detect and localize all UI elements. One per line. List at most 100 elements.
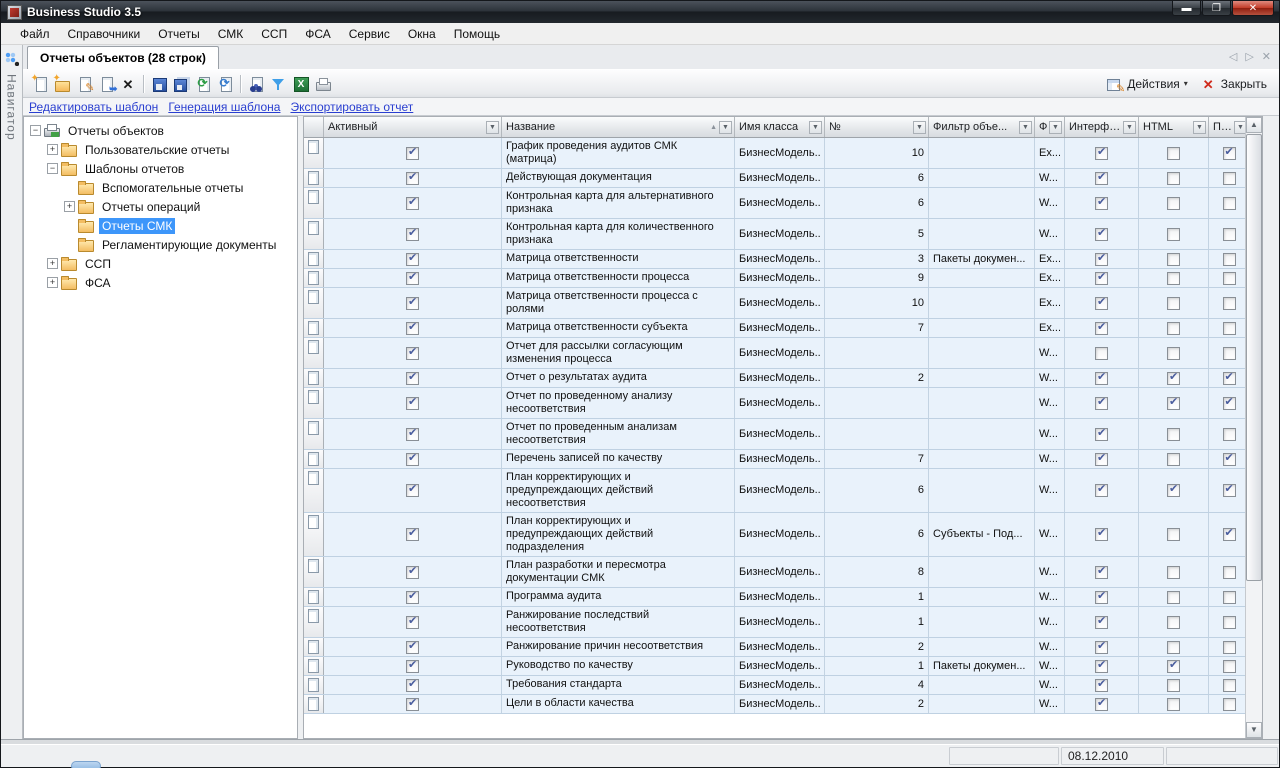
checkbox-unchecked[interactable]	[1095, 347, 1108, 360]
checkbox-checked[interactable]	[406, 616, 419, 629]
checkbox-unchecked[interactable]	[1167, 453, 1180, 466]
menu-item-помощь[interactable]: Помощь	[445, 24, 509, 44]
checkbox-unchecked[interactable]	[1167, 272, 1180, 285]
table-row[interactable]: Отчет о результатах аудитаБизнесМодель..…	[304, 369, 1245, 388]
checkbox-checked[interactable]	[1095, 616, 1108, 629]
menu-item-ссп[interactable]: ССП	[252, 24, 296, 44]
checkbox-unchecked[interactable]	[1167, 591, 1180, 604]
tree-item[interactable]: −Отчеты объектов	[24, 121, 297, 140]
checkbox-checked[interactable]	[1095, 641, 1108, 654]
refresh-button[interactable]	[192, 73, 214, 95]
checkbox-checked[interactable]	[406, 566, 419, 579]
table-row[interactable]: Матрица ответственностиБизнесМодель...3П…	[304, 250, 1245, 269]
expand-icon[interactable]: +	[47, 144, 58, 155]
column-header-format[interactable]: Ф▼	[1035, 117, 1065, 137]
restore-button[interactable]: ❐	[1202, 1, 1231, 16]
column-header-num[interactable]: №▼	[825, 117, 929, 137]
new-button[interactable]	[29, 73, 51, 95]
actions-button[interactable]: Действия ▾	[1100, 74, 1194, 94]
open-button[interactable]	[51, 73, 73, 95]
checkbox-checked[interactable]	[1223, 484, 1236, 497]
link-0[interactable]: Редактировать шаблон	[29, 100, 158, 114]
saveall-button[interactable]	[170, 73, 192, 95]
filter-dropdown-icon[interactable]: ▼	[809, 121, 822, 134]
refreshall-button[interactable]	[214, 73, 236, 95]
table-row[interactable]: Ранжирование причин несоответствияБизнес…	[304, 638, 1245, 657]
menu-item-смк[interactable]: СМК	[209, 24, 253, 44]
checkbox-unchecked[interactable]	[1167, 228, 1180, 241]
tree-item[interactable]: +ССП	[24, 254, 297, 273]
menu-item-справочники[interactable]: Справочники	[59, 24, 150, 44]
checkbox-checked[interactable]	[406, 397, 419, 410]
checkbox-checked[interactable]	[406, 641, 419, 654]
table-row[interactable]: Ранжирование последствий несоответствияБ…	[304, 607, 1245, 638]
checkbox-unchecked[interactable]	[1223, 660, 1236, 673]
checkbox-checked[interactable]	[1095, 297, 1108, 310]
filter-dropdown-icon[interactable]: ▼	[719, 121, 732, 134]
table-row[interactable]: Требования стандартаБизнесМодель...4W...	[304, 676, 1245, 695]
tab-scroll-left-icon[interactable]: ◁	[1229, 50, 1237, 63]
checkbox-checked[interactable]	[1167, 484, 1180, 497]
checkbox-checked[interactable]	[1223, 147, 1236, 160]
filter-dropdown-icon[interactable]: ▼	[1019, 121, 1032, 134]
checkbox-unchecked[interactable]	[1223, 698, 1236, 711]
scroll-down-icon[interactable]: ▼	[1246, 722, 1262, 738]
checkbox-checked[interactable]	[406, 484, 419, 497]
checkbox-checked[interactable]	[406, 172, 419, 185]
menu-item-файл[interactable]: Файл	[11, 24, 59, 44]
checkbox-checked[interactable]	[1095, 272, 1108, 285]
checkbox-unchecked[interactable]	[1167, 428, 1180, 441]
table-row[interactable]: Руководство по качествуБизнесМодель...1П…	[304, 657, 1245, 676]
menu-item-отчеты[interactable]: Отчеты	[149, 24, 208, 44]
collapse-icon[interactable]: −	[30, 125, 41, 136]
filter-dropdown-icon[interactable]: ▼	[913, 121, 926, 134]
scrollbar-thumb[interactable]	[1246, 134, 1262, 581]
checkbox-checked[interactable]	[1223, 453, 1236, 466]
tab-close-icon[interactable]: ✕	[1262, 50, 1271, 63]
copy-button[interactable]	[95, 73, 117, 95]
checkbox-checked[interactable]	[406, 253, 419, 266]
checkbox-checked[interactable]	[1223, 372, 1236, 385]
checkbox-checked[interactable]	[406, 698, 419, 711]
checkbox-checked[interactable]	[1095, 147, 1108, 160]
table-row[interactable]: Контрольная карта для альтернативного пр…	[304, 188, 1245, 219]
checkbox-checked[interactable]	[1095, 253, 1108, 266]
table-row[interactable]: Перечень записей по качествуБизнесМодель…	[304, 450, 1245, 469]
checkbox-checked[interactable]	[406, 228, 419, 241]
checkbox-unchecked[interactable]	[1167, 297, 1180, 310]
table-row[interactable]: План корректирующих и предупреждающих де…	[304, 469, 1245, 513]
checkbox-unchecked[interactable]	[1223, 616, 1236, 629]
checkbox-checked[interactable]	[1095, 528, 1108, 541]
checkbox-unchecked[interactable]	[1223, 641, 1236, 654]
checkbox-unchecked[interactable]	[1223, 197, 1236, 210]
checkbox-unchecked[interactable]	[1167, 322, 1180, 335]
table-row[interactable]: Отчет для рассылки согласующим изменения…	[304, 338, 1245, 369]
checkbox-checked[interactable]	[1095, 679, 1108, 692]
filter-dropdown-icon[interactable]: ▼	[486, 121, 499, 134]
column-header-name[interactable]: Название▲▼	[502, 117, 735, 137]
table-row[interactable]: Матрица ответственности субъектаБизнесМо…	[304, 319, 1245, 338]
checkbox-checked[interactable]	[406, 297, 419, 310]
link-2[interactable]: Экспортировать отчет	[290, 100, 413, 114]
print-button[interactable]	[311, 73, 333, 95]
close-button[interactable]: ✕	[1232, 1, 1274, 16]
tree-item[interactable]: +Пользовательские отчеты	[24, 140, 297, 159]
expand-icon[interactable]: +	[47, 277, 58, 288]
checkbox-checked[interactable]	[1095, 566, 1108, 579]
find-button[interactable]	[245, 73, 267, 95]
checkbox-checked[interactable]	[406, 372, 419, 385]
checkbox-unchecked[interactable]	[1223, 347, 1236, 360]
checkbox-unchecked[interactable]	[1167, 679, 1180, 692]
tree-item[interactable]: +ФСА	[24, 273, 297, 292]
checkbox-unchecked[interactable]	[1167, 253, 1180, 266]
minimize-button[interactable]: ▬	[1172, 1, 1201, 16]
expand-icon[interactable]: +	[47, 258, 58, 269]
checkbox-checked[interactable]	[406, 428, 419, 441]
filter-dropdown-icon[interactable]: ▼	[1049, 121, 1062, 134]
table-row[interactable]: График проведения аудитов СМК (матрица)Б…	[304, 138, 1245, 169]
checkbox-unchecked[interactable]	[1167, 147, 1180, 160]
navigator-strip[interactable]: Навигатор	[1, 45, 23, 739]
checkbox-unchecked[interactable]	[1223, 172, 1236, 185]
table-row[interactable]: Контрольная карта для количественного пр…	[304, 219, 1245, 250]
checkbox-checked[interactable]	[1095, 372, 1108, 385]
